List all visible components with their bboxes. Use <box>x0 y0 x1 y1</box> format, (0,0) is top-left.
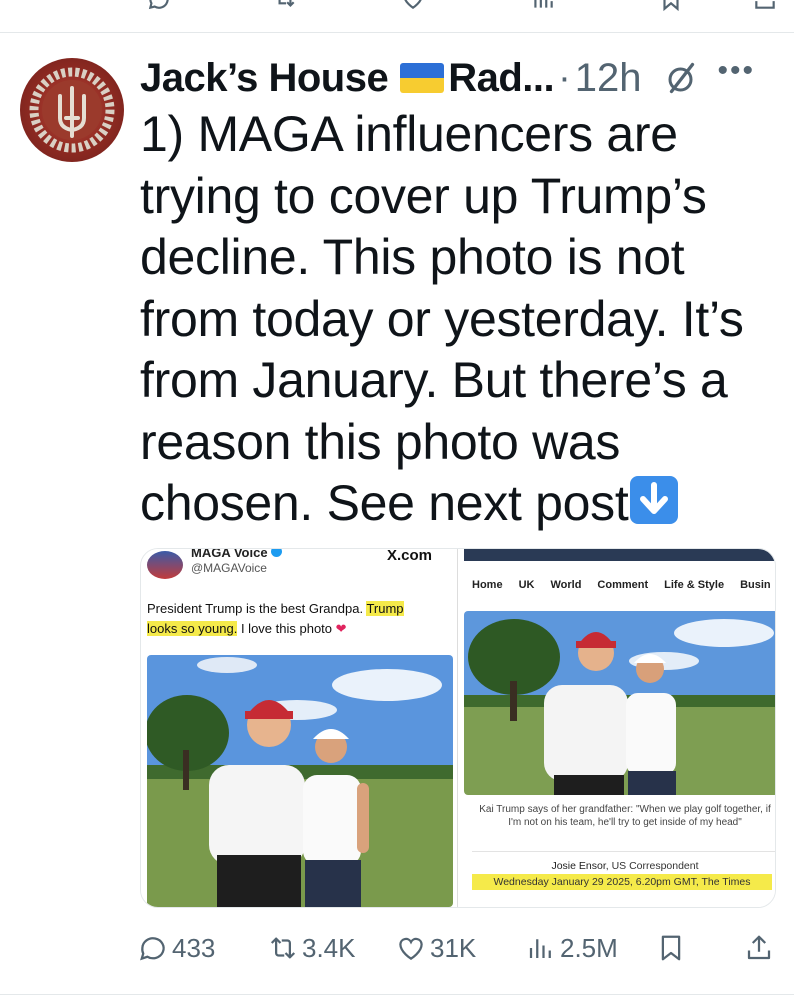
reply-icon[interactable] <box>146 0 172 12</box>
author-name[interactable]: Jack’s House <box>140 56 389 101</box>
share-icon[interactable] <box>752 0 778 12</box>
bookmark-button[interactable] <box>656 926 686 970</box>
article-photo-caption: Kai Trump says of her grandfather: "When… <box>479 804 771 828</box>
arrow-down-emoji-icon <box>630 476 679 524</box>
ukraine-flag-icon <box>400 63 445 93</box>
embedded-account-handle: @MAGAVoice <box>191 561 267 575</box>
previous-tweet-action-bar <box>0 0 794 12</box>
bookmark-icon <box>661 935 681 961</box>
tweet-media[interactable]: MAGA Voice @MAGAVoice X.com President Tr… <box>140 548 776 908</box>
more-options-icon[interactable]: ••• <box>718 54 756 88</box>
reply-icon <box>140 937 165 961</box>
like-icon <box>399 937 423 960</box>
divider <box>0 994 794 995</box>
embedded-post-text: President Trump is the best Grandpa. Tru… <box>147 601 404 636</box>
tweet-body: 1) MAGA influencers are trying to cover … <box>140 106 744 531</box>
media-screenshot-left: MAGA Voice @MAGAVoice X.com President Tr… <box>141 548 457 907</box>
like-button[interactable]: 31K <box>396 926 476 970</box>
repost-icon <box>270 937 296 959</box>
like-icon[interactable] <box>400 0 426 12</box>
tweet-text: 1) MAGA influencers are trying to cover … <box>140 104 780 535</box>
grok-icon[interactable] <box>664 60 700 96</box>
repost-icon[interactable] <box>272 0 298 12</box>
source-label: X.com <box>387 548 433 564</box>
repost-button[interactable]: 3.4K <box>268 926 356 970</box>
article-nav: Home UK World Comment Life & Style Busin <box>472 579 775 591</box>
nav-item-comment: Comment <box>597 579 649 591</box>
nav-item-world: World <box>550 579 582 591</box>
verified-icon <box>270 549 282 557</box>
tweet-action-bar: 433 3.4K 31K 2.5M <box>138 926 778 970</box>
timestamp[interactable]: 12h <box>575 56 642 101</box>
separator: · <box>558 56 571 99</box>
article-byline: Josie Ensor, US Correspondent <box>551 860 699 872</box>
views-button[interactable]: 2.5M <box>526 926 618 970</box>
views-icon <box>529 939 551 958</box>
article-date: Wednesday January 29 2025, 6.20pm GMT, T… <box>472 874 772 890</box>
like-count: 31K <box>430 932 477 963</box>
share-button[interactable] <box>744 926 774 970</box>
reply-button[interactable]: 433 <box>138 926 215 970</box>
nav-item-home: Home <box>472 579 503 591</box>
share-icon <box>747 935 771 960</box>
trident-wreath-icon <box>29 67 115 153</box>
maga-voice-avatar <box>147 551 183 579</box>
embedded-account-name: MAGA Voice <box>191 549 282 560</box>
heart-icon: ❤ <box>335 621 347 636</box>
author-name-suffix[interactable]: Rad... <box>448 56 554 101</box>
divider <box>0 32 794 33</box>
views-count: 2.5M <box>560 932 618 963</box>
views-icon[interactable] <box>530 0 556 12</box>
media-screenshot-right: Home UK World Comment Life & Style Busin <box>457 549 775 907</box>
nav-item-uk: UK <box>518 579 535 591</box>
article-divider <box>472 851 775 852</box>
golf-photo <box>147 655 453 907</box>
avatar[interactable] <box>20 58 124 162</box>
nav-item-business: Busin <box>740 579 771 591</box>
nav-item-life-style: Life & Style <box>664 579 725 591</box>
article-golf-photo <box>464 611 775 795</box>
bookmark-icon[interactable] <box>658 0 684 12</box>
tweet-header: Jack’s House Rad... · 12h ••• <box>140 52 780 104</box>
repost-count: 3.4K <box>302 932 356 963</box>
reply-count: 433 <box>172 932 216 963</box>
article-top-bar <box>464 549 775 561</box>
